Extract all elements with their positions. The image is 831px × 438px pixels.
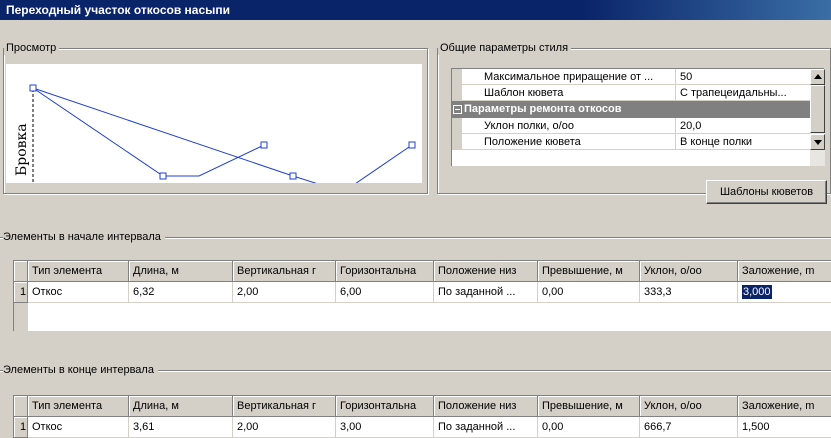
preview-label: Просмотр [4,41,60,55]
table-cell[interactable]: 1,500 [738,417,831,438]
table-cell[interactable]: По заданной ... [434,282,538,303]
property-row[interactable]: Шаблон кювета С трапецеидальны... [452,85,810,101]
column-header[interactable]: Длина, м [129,396,233,417]
table-cell[interactable]: 2,00 [233,417,336,438]
column-header[interactable]: Превышение, м [538,261,640,282]
column-header[interactable]: Горизонтальна [336,396,434,417]
window-title: Переходный участок откосов насыпи [0,0,831,20]
end-elements-table: Тип элемента Длина, м Вертикальная г Гор… [13,395,831,438]
vertex-marker [289,172,297,180]
table-cell[interactable]: 2,00 [233,282,336,303]
property-row[interactable]: Максимальное приращение от ... 50 [452,69,810,85]
table-cell[interactable]: 3,00 [336,417,434,438]
row-index[interactable]: 1 [14,282,28,303]
property-name: Положение кювета [462,134,676,150]
vertex-marker [29,84,37,92]
vertex-marker [260,141,268,149]
column-header[interactable]: Тип элемента [28,261,129,282]
property-name: Шаблон кювета [462,85,676,101]
property-name: Максимальное приращение от ... [462,69,676,85]
property-category[interactable]: Параметры ремонта откосов [452,101,810,118]
column-header[interactable]: Превышение, м [538,396,640,417]
table-cell[interactable]: 0,00 [538,417,640,438]
property-value[interactable]: 50 [676,69,810,85]
column-header[interactable]: Заложение, m [738,261,831,282]
up-arrow-icon [814,74,822,79]
property-category-label: Параметры ремонта откосов [464,103,622,115]
property-value[interactable]: С трапецеидальны... [676,85,810,101]
property-value[interactable]: 20,0 [676,118,810,134]
table-cell[interactable]: 0,00 [538,282,640,303]
column-header[interactable]: Длина, м [129,261,233,282]
table-cell[interactable]: 3,61 [129,417,233,438]
collapse-icon[interactable] [453,105,462,114]
style-params-label: Общие параметры стиля [438,41,572,55]
property-scrollbar[interactable] [810,69,825,166]
table-cell[interactable]: 666,7 [640,417,738,438]
column-header[interactable]: Горизонтальна [336,261,434,282]
start-elements-table: Тип элемента Длина, м Вертикальная г Гор… [13,260,831,331]
scroll-up-button[interactable] [810,69,825,85]
down-arrow-icon [814,140,822,145]
scroll-down-button[interactable] [810,134,825,150]
start-elements-label: Элементы в начале интервала [3,230,165,244]
table-cell[interactable]: Откос [28,417,129,438]
start-profile-line [32,87,265,177]
property-row[interactable]: Уклон полки, о/оо 20,0 [452,118,810,134]
column-header[interactable]: Вертикальная г [233,396,336,417]
property-grid: Максимальное приращение от ... 50 Шаблон… [451,68,825,166]
column-header[interactable]: Вертикальная г [233,261,336,282]
preview-canvas: Бровка [6,64,422,183]
table-cell[interactable]: По заданной ... [434,417,538,438]
property-name: Уклон полки, о/оо [462,118,676,134]
column-header[interactable]: Заложение, m [738,396,831,417]
table-cell[interactable]: 6,00 [336,282,434,303]
table-cell-selected[interactable]: 3,000 [738,282,831,303]
column-header[interactable]: Положение низ [434,261,538,282]
column-header[interactable]: Тип элемента [28,396,129,417]
end-elements-label: Элементы в конце интервала [3,363,158,377]
table-cell[interactable]: 6,32 [129,282,233,303]
bank-edge-label: Бровка [14,123,30,176]
ditch-templates-button[interactable]: Шаблоны кюветов [706,180,827,204]
column-header[interactable]: Уклон, о/оо [640,396,738,417]
table-cell[interactable]: Откос [28,282,129,303]
property-row[interactable]: Положение кювета В конце полки [452,134,810,150]
row-index[interactable]: 1 [14,417,28,438]
scroll-thumb[interactable] [810,85,825,133]
property-value[interactable]: В конце полки [676,134,810,150]
vertex-marker [408,141,416,149]
table-cell[interactable]: 333,3 [640,282,738,303]
column-header[interactable]: Уклон, о/оо [640,261,738,282]
preview-drawing: Бровка [14,84,416,183]
column-header[interactable]: Положение низ [434,396,538,417]
selected-value[interactable]: 3,000 [742,285,772,299]
end-profile-line [32,87,413,183]
vertex-marker [159,172,167,180]
